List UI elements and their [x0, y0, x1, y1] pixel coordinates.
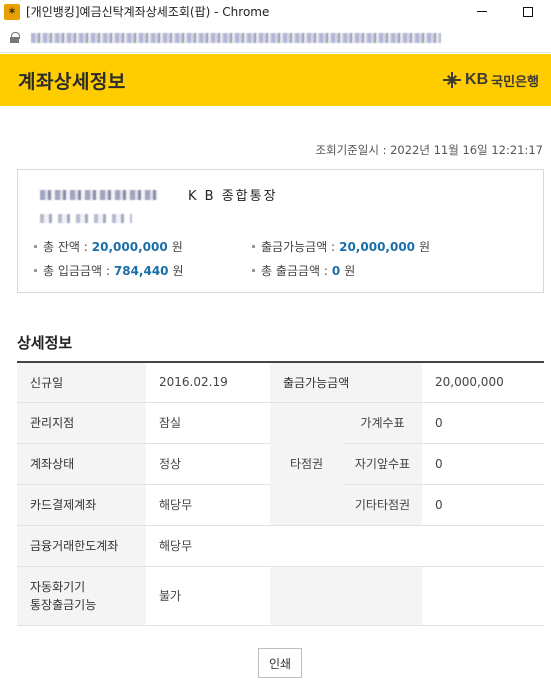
atm-label: 자동화기기통장출금기능	[17, 566, 146, 626]
own-check-label: 자기앞수표	[343, 443, 422, 485]
bullet-icon	[252, 269, 255, 272]
withdrawable-detail-label: 출금가능금액	[270, 362, 422, 403]
status-value: 정상	[146, 443, 270, 485]
bullet-icon	[252, 245, 255, 248]
window-title: [개인뱅킹]예금신탁계좌상세조회(팝) - Chrome	[26, 5, 270, 19]
obscured-url	[31, 32, 441, 43]
total-balance-value: 20,000,000	[91, 239, 168, 254]
card-label: 카드결제계좌	[17, 484, 146, 526]
page-title: 계좌상세정보	[18, 70, 126, 93]
atm-label-line2: 통장출금기능	[30, 597, 97, 612]
atm-label-line1: 자동화기기	[30, 579, 86, 594]
branch-label: 관리지점	[17, 402, 146, 444]
other-branch-label: 타점권	[270, 402, 343, 526]
bullet-icon	[34, 245, 37, 248]
total-withdrawal: 총 출금금액 : 0 원	[252, 262, 355, 279]
limit-label: 금융거래한도계좌	[17, 525, 146, 567]
unit-label: 원	[344, 264, 356, 278]
open-date-label: 신규일	[17, 362, 146, 403]
empty-cell	[270, 525, 544, 567]
page-header: 계좌상세정보 KB 국민은행	[0, 54, 551, 106]
account-summary: K B 종합통장 총 잔액 : 20,000,000 원 출금가능금액 : 20…	[17, 169, 544, 293]
table-row: 신규일 2016.02.19 출금가능금액 20,000,000	[17, 362, 544, 403]
unit-label: 원	[172, 264, 184, 278]
other-check-label: 기타타점권	[343, 484, 422, 526]
app-icon: ✶	[4, 3, 20, 20]
maximize-icon	[523, 6, 533, 17]
print-button[interactable]: 인쇄	[258, 648, 302, 678]
atm-value: 불가	[146, 566, 270, 626]
open-date-value: 2016.02.19	[146, 362, 270, 403]
minimize-button[interactable]	[459, 0, 505, 23]
section-title: 상세정보	[17, 334, 73, 352]
household-check-label: 가계수표	[343, 402, 422, 444]
withdrawable-label: 출금가능금액 :	[261, 240, 336, 254]
unit-label: 원	[171, 240, 183, 254]
minimize-icon	[477, 11, 487, 12]
limit-value: 해당무	[146, 525, 270, 567]
detail-table: 신규일 2016.02.19 출금가능금액 20,000,000 관리지점 잠실…	[17, 361, 544, 626]
brand-name-text: 국민은행	[491, 74, 539, 90]
total-withdrawal-label: 총 출금금액 :	[261, 264, 328, 278]
address-bar[interactable]	[0, 23, 551, 53]
obscured-owner-name	[40, 214, 132, 223]
empty-cell	[422, 566, 544, 626]
kb-star-icon	[441, 72, 463, 88]
maximize-button[interactable]	[505, 0, 551, 23]
other-check-value: 0	[422, 484, 544, 526]
withdrawable-detail-value: 20,000,000	[422, 362, 544, 403]
card-value: 해당무	[146, 484, 270, 526]
total-deposit: 총 입금금액 : 784,440 원	[34, 262, 184, 279]
withdrawable-value: 20,000,000	[339, 239, 416, 254]
window-controls	[459, 0, 551, 23]
household-check-value: 0	[422, 402, 544, 444]
window-titlebar: ✶ [개인뱅킹]예금신탁계좌상세조회(팝) - Chrome	[0, 0, 551, 23]
branch-value: 잠실	[146, 402, 270, 444]
total-balance: 총 잔액 : 20,000,000 원	[34, 238, 183, 255]
withdrawable-amount: 출금가능금액 : 20,000,000 원	[252, 238, 430, 255]
total-deposit-label: 총 입금금액 :	[43, 264, 110, 278]
kb-logo: KB 국민은행	[441, 71, 539, 90]
total-deposit-value: 784,440	[113, 263, 169, 278]
bullet-icon	[34, 269, 37, 272]
query-timestamp: 조회기준일시 : 2022년 11월 16일 12:21:17	[315, 143, 543, 157]
own-check-value: 0	[422, 443, 544, 485]
table-row: 관리지점 잠실 타점권 가계수표 0	[17, 402, 544, 526]
table-row: 자동화기기통장출금기능 불가	[17, 566, 544, 626]
lock-icon	[10, 32, 20, 43]
total-withdrawal-value: 0	[331, 263, 341, 278]
unit-label: 원	[419, 240, 431, 254]
status-label: 계좌상태	[17, 443, 146, 485]
brand-kb-text: KB	[465, 71, 489, 88]
account-row: K B 종합통장	[40, 185, 278, 204]
account-type: K B 종합통장	[188, 189, 278, 204]
table-row: 금융거래한도계좌 해당무	[17, 525, 544, 567]
obscured-account-number	[40, 189, 158, 200]
empty-cell	[270, 566, 422, 626]
total-balance-label: 총 잔액 :	[43, 240, 88, 254]
